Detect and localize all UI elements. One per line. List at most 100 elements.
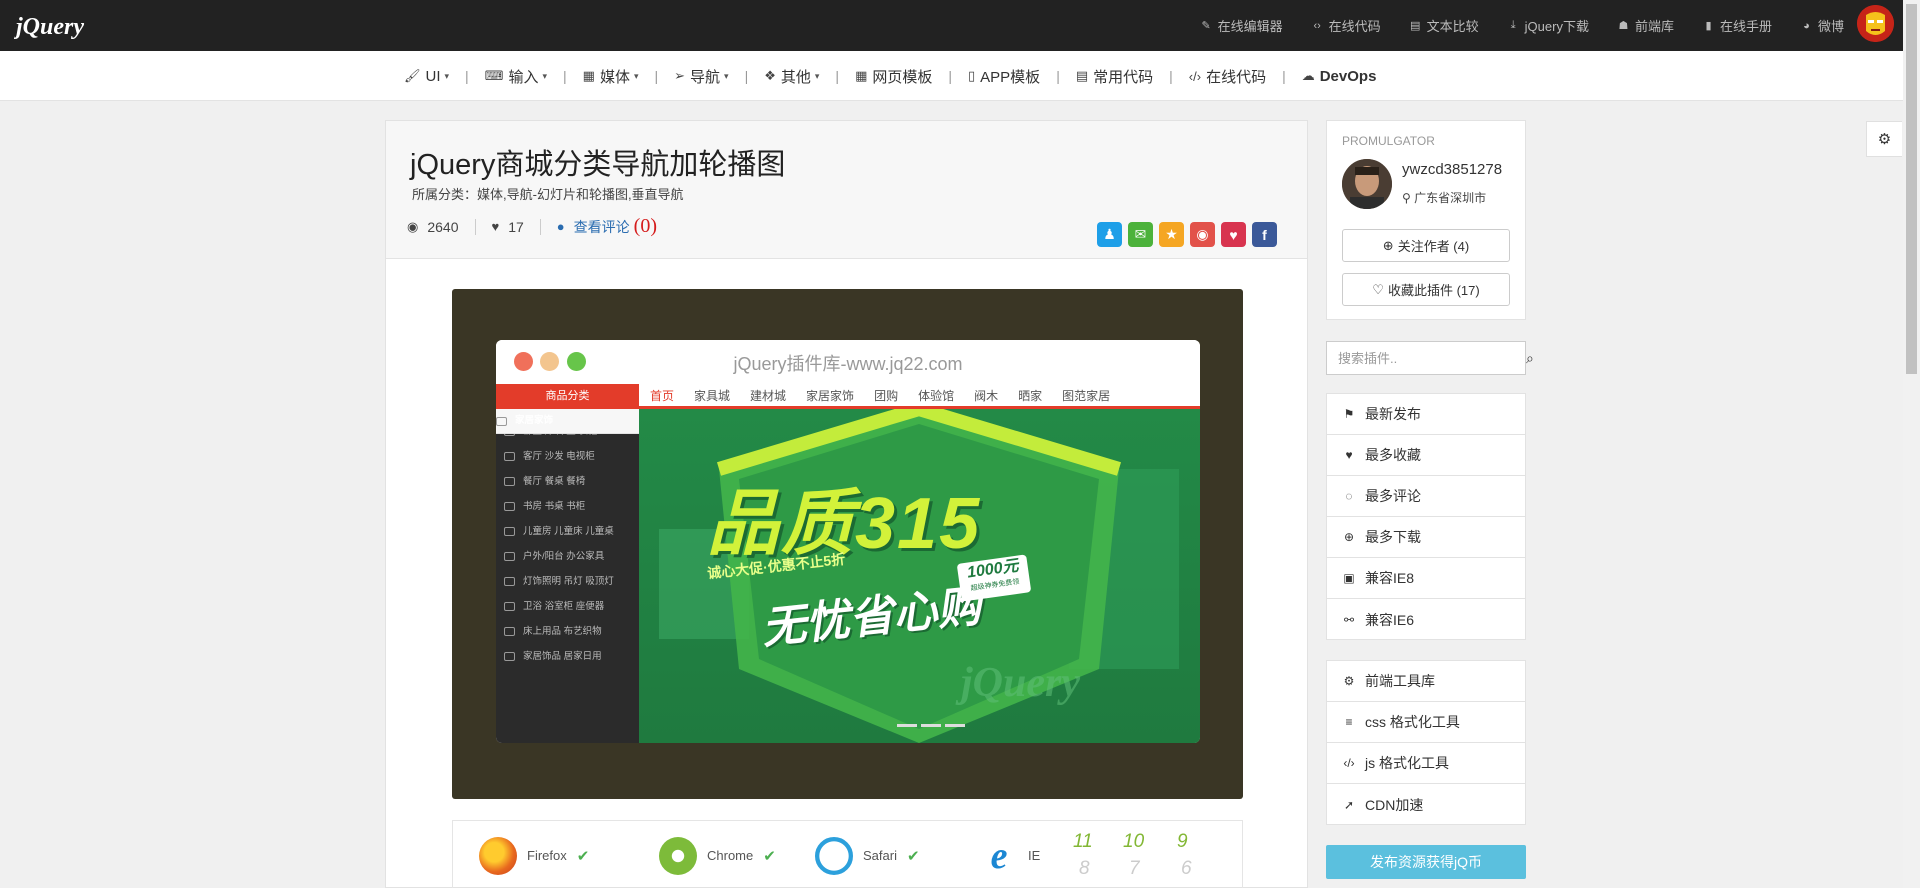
mobile-icon: ▯ — [968, 68, 976, 83]
top-links: ✎ 在线编辑器 ‹› 在线代码 ▤ 文本比较 ⤓ jQuery下载 ☗ 前端库 ▮ 在线手册… — [1172, 0, 1845, 51]
sidebar-item-download-circle[interactable]: ⊕ 最多下载 — [1327, 517, 1525, 558]
category-icon — [504, 552, 515, 561]
preview-nav-link: 晒家 — [1018, 389, 1043, 403]
carousel-dot[interactable] — [945, 724, 965, 727]
publish-resource-button[interactable]: 发布资源获得jQ币 — [1326, 845, 1526, 879]
search-button[interactable]: ⌕ — [1525, 342, 1534, 374]
category-icon — [504, 502, 515, 511]
comment-icon: ● — [556, 219, 565, 234]
preview-titlebar: jQuery插件库-www.jq22.com — [496, 340, 1200, 384]
ie-version-unsupported: 8 — [1079, 858, 1090, 879]
preview-nav-links: 首页 家具城 建材城 家居家饰 团购 体验馆 阀木 晒家 图范家居 — [650, 384, 1110, 409]
nav-common-code[interactable]: ▤ 常用代码 — [1076, 66, 1153, 87]
sidebar-item-code[interactable]: ‹/› js 格式化工具 — [1327, 743, 1525, 784]
check-icon: ✔ — [763, 847, 776, 865]
heart-icon: ♥ — [1345, 448, 1353, 462]
author-photo — [1342, 159, 1392, 209]
preview-nav-link: 首页 — [650, 389, 675, 403]
sidebar-item-motorcycle[interactable]: ⚯ 兼容IE6 — [1327, 599, 1525, 640]
kaixin-share-button[interactable]: ♥ — [1221, 222, 1246, 247]
nav-app-templates[interactable]: ▯ APP模板 — [968, 66, 1040, 87]
settings-button[interactable]: ⚙ — [1866, 121, 1902, 157]
plugin-stats: ◉ 2640 ♥ 17 ● 查看评论 (0) — [407, 215, 657, 238]
plugin-detail-panel: jQuery商城分类导航加轮播图 所属分类：媒体,导航-幻灯片和轮播图,垂直导航… — [385, 120, 1308, 888]
toplink-weibo[interactable]: ◕ 微博 — [1801, 16, 1844, 35]
nav-media[interactable]: ▦ 媒体 ▾ — [583, 66, 639, 87]
code-icon: ‹› — [1313, 19, 1321, 32]
weibo-icon: ◉ — [1196, 226, 1209, 242]
ironman-avatar-icon — [1857, 5, 1894, 42]
page-scrollbar[interactable] — [1903, 0, 1920, 888]
category-icon — [504, 627, 515, 636]
chevron-down-icon: ▾ — [444, 70, 450, 81]
main-nav: 🖌 UI ▾ | ⌨ 输入 ▾ | ▦ 媒体 ▾ | ➢ 导航 ▾ | ❖ 其他 ▾ | ▦ 网页模板… — [0, 51, 1920, 101]
sidebar-item-gears[interactable]: ⚙ 前端工具库 — [1327, 661, 1525, 702]
sort-list: ⚑ 最新发布 ♥ 最多收藏 ◌ 最多评论 ⊕ 最多下载 ▣ 兼容IE8 ⚯ 兼容IE6 — [1326, 393, 1526, 640]
nav-ui[interactable]: 🖌 UI ▾ — [404, 68, 449, 85]
nav-devops[interactable]: ☁ DevOps — [1302, 68, 1377, 85]
comments-link[interactable]: ● 查看评论 (0) — [557, 215, 657, 238]
toplink-text-compare[interactable]: ▤ 文本比较 — [1410, 16, 1479, 35]
ie-version-supported: 10 — [1123, 831, 1145, 852]
search-input[interactable] — [1327, 342, 1525, 374]
carousel-dot[interactable] — [921, 724, 941, 727]
toplink-online-editor[interactable]: ✎ 在线编辑器 — [1201, 16, 1283, 35]
author-card: PROMULGATOR ywzcd3851278 ⚲ 广东省深圳市 ⊕ 关注作者 … — [1326, 120, 1526, 320]
comment-icon: ◌ — [1345, 489, 1353, 503]
nav-other[interactable]: ❖ 其他 ▾ — [764, 66, 819, 87]
sidebar-item-comment[interactable]: ◌ 最多评论 — [1327, 476, 1525, 517]
code-icon: ‹/› — [1343, 756, 1355, 770]
author-username[interactable]: ywzcd3851278 — [1402, 161, 1502, 178]
plus-circle-icon: ⊕ — [1382, 237, 1394, 253]
nav-web-templates[interactable]: ▦ 网页模板 — [855, 66, 932, 87]
bus-icon: ▣ — [1343, 571, 1355, 585]
chevron-down-icon: ▾ — [724, 70, 729, 81]
grid-icon: ▦ — [855, 68, 868, 83]
toplink-jquery-download[interactable]: ⤓ jQuery下载 — [1508, 16, 1589, 35]
qq-icon: ♟ — [1103, 226, 1116, 242]
toplink-online-code[interactable]: ‹› 在线代码 — [1312, 16, 1380, 35]
qq-share-button[interactable]: ♟ — [1097, 222, 1122, 247]
category-icon — [504, 452, 515, 461]
heart-icon: ♥ — [491, 219, 500, 234]
nav-navigation[interactable]: ➢ 导航 ▾ — [674, 66, 728, 87]
scrollbar-thumb[interactable] — [1906, 4, 1917, 374]
sidebar-item-heart[interactable]: ♥ 最多收藏 — [1327, 435, 1525, 476]
chevron-down-icon: ▾ — [814, 70, 820, 81]
nav-online-code[interactable]: ‹/› 在线代码 — [1189, 66, 1266, 87]
sidebar-item-bus[interactable]: ▣ 兼容IE8 — [1327, 558, 1525, 599]
plugin-header: jQuery商城分类导航加轮播图 所属分类：媒体,导航-幻灯片和轮播图,垂直导航… — [386, 121, 1307, 259]
film-icon: ▦ — [582, 68, 595, 83]
sidebar-item-flag[interactable]: ⚑ 最新发布 — [1327, 394, 1525, 435]
map-marker-icon: ⚲ — [1402, 191, 1415, 205]
preview-category-row: 儿童房 儿童床 儿童桌 — [504, 519, 639, 544]
facebook-share-button[interactable]: f — [1252, 222, 1277, 247]
qzone-share-button[interactable]: ★ — [1159, 222, 1184, 247]
share-buttons: ♟ ✉ ★ ◉ ♥ f — [1097, 222, 1277, 247]
toplink-frontend-lib[interactable]: ☗ 前端库 — [1618, 16, 1674, 35]
dropbox-icon: ❖ — [764, 68, 776, 83]
favorite-plugin-button[interactable]: ♡ 收藏此插件 (17) — [1342, 273, 1510, 306]
jquery-logo[interactable]: jQuery — [14, 8, 106, 42]
toplink-online-manual[interactable]: ▮ 在线手册 — [1703, 16, 1772, 35]
carousel-dot[interactable] — [897, 724, 917, 727]
wechat-share-button[interactable]: ✉ — [1128, 222, 1153, 247]
author-location: ⚲ 广东省深圳市 — [1402, 191, 1487, 205]
sidebar-item-css3[interactable]: ≡ css 格式化工具 — [1327, 702, 1525, 743]
banner-watermark: jQuery — [961, 660, 1080, 706]
author-avatar[interactable] — [1342, 159, 1392, 209]
sidebar-item-rocket[interactable]: ➚ CDN加速 — [1327, 784, 1525, 825]
browser-compatibility: Firefox ✔ Chrome ✔ Safari ✔ e IE 11 10 9 8 … — [452, 820, 1243, 888]
css3-icon: ≡ — [1345, 715, 1353, 729]
likes-stat[interactable]: ♥ 17 — [492, 219, 524, 235]
carousel-indicators — [897, 724, 965, 727]
nav-input[interactable]: ⌨ 输入 ▾ — [485, 66, 547, 87]
nav-separator: | — [465, 68, 469, 84]
chrome-icon — [659, 836, 697, 875]
user-avatar[interactable] — [1857, 5, 1894, 42]
views-stat: ◉ 2640 — [407, 218, 459, 235]
weibo-share-button[interactable]: ◉ — [1190, 222, 1215, 247]
top-bar: jQuery ✎ 在线编辑器 ‹› 在线代码 ▤ 文本比较 ⤓ jQuery下载 ☗ 前端… — [0, 0, 1920, 51]
plugin-preview-image[interactable]: jQuery插件库-www.jq22.com 商品分类 首页 家具城 建材城 家居家饰… — [452, 289, 1243, 799]
follow-author-button[interactable]: ⊕ 关注作者 (4) — [1342, 229, 1510, 262]
